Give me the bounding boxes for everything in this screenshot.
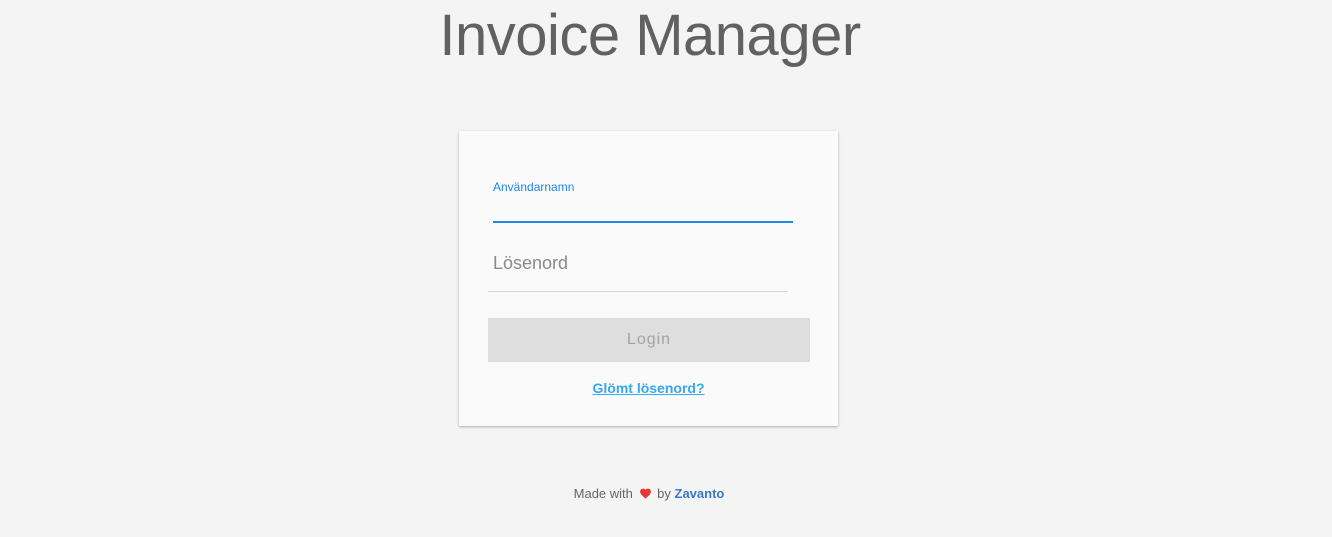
password-input[interactable] (493, 251, 783, 275)
forgot-password-link[interactable]: Glömt lösenord? (459, 380, 838, 396)
heart-icon (639, 487, 652, 502)
footer-made-with: Made with (573, 486, 633, 501)
login-button[interactable]: Login (488, 318, 810, 362)
password-field[interactable] (488, 243, 788, 293)
footer: Made with by Zavanto (0, 486, 1298, 502)
page-title: Invoice Manager (0, 3, 1300, 69)
footer-by: by (657, 486, 671, 501)
username-label: Användarnamn (493, 180, 575, 194)
username-field[interactable]: Användarnamn (493, 175, 793, 223)
page-title-text: Invoice Manager (439, 3, 861, 68)
login-card: Användarnamn Login Glömt lösenord? (459, 131, 838, 426)
username-underline (493, 221, 793, 223)
username-input[interactable] (493, 197, 793, 221)
password-underline (488, 291, 788, 292)
zavanto-link[interactable]: Zavanto (675, 486, 725, 501)
